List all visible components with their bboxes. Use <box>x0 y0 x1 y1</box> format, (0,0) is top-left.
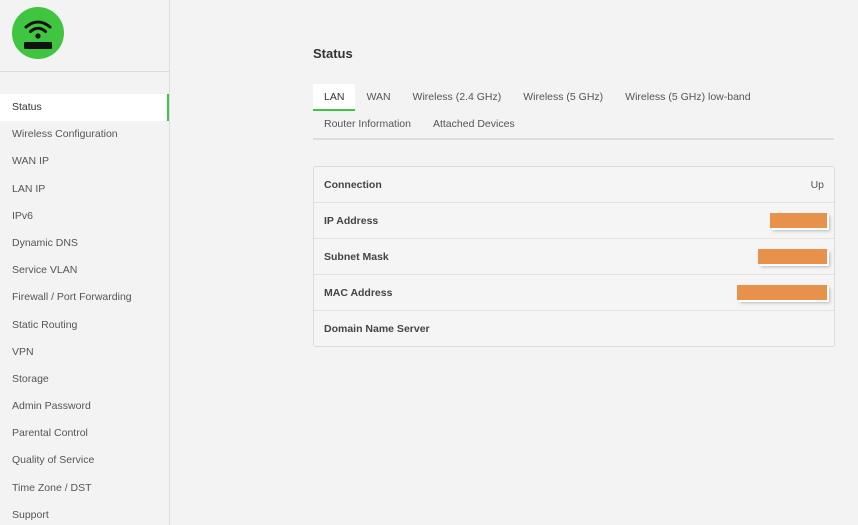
tab-row-2: Router Information Attached Devices <box>313 111 834 138</box>
row-label: Connection <box>324 178 382 191</box>
table-row-subnet-mask: Subnet Mask <box>314 239 834 275</box>
sidebar-item-static-routing[interactable]: Static Routing <box>0 312 169 339</box>
sidebar: Status Wireless Configuration WAN IP LAN… <box>0 0 170 525</box>
sidebar-item-status[interactable]: Status <box>0 94 169 122</box>
row-value: Up <box>810 178 824 191</box>
row-label: Domain Name Server <box>324 322 430 335</box>
tab-lan[interactable]: LAN <box>313 84 356 111</box>
tab-row-1: LAN WAN Wireless (2.4 GHz) Wireless (5 G… <box>313 84 834 111</box>
sidebar-item-lan-ip[interactable]: LAN IP <box>0 176 169 203</box>
redacted-value <box>758 249 827 264</box>
table-row-mac-address: MAC Address <box>314 275 834 311</box>
sidebar-item-ipv6[interactable]: IPv6 <box>0 203 169 230</box>
router-admin-app: Status Wireless Configuration WAN IP LAN… <box>0 0 858 525</box>
tab-wan[interactable]: WAN <box>355 84 401 111</box>
sidebar-item-parental-control[interactable]: Parental Control <box>0 420 169 447</box>
sidebar-item-firewall-port-forwarding[interactable]: Firewall / Port Forwarding <box>0 284 169 311</box>
tab-wireless-2-4ghz[interactable]: Wireless (2.4 GHz) <box>402 84 513 111</box>
tab-wireless-5ghz[interactable]: Wireless (5 GHz) <box>512 84 614 111</box>
status-tabs: LAN WAN Wireless (2.4 GHz) Wireless (5 G… <box>313 84 834 140</box>
redacted-value <box>770 213 827 228</box>
page-title: Status <box>313 46 353 61</box>
row-label: IP Address <box>324 214 379 227</box>
logo-divider <box>0 71 169 72</box>
sidebar-nav: Status Wireless Configuration WAN IP LAN… <box>0 94 169 525</box>
tab-attached-devices[interactable]: Attached Devices <box>422 111 526 138</box>
row-label: MAC Address <box>324 286 393 299</box>
sidebar-item-service-vlan[interactable]: Service VLAN <box>0 257 169 284</box>
tab-wireless-5ghz-low-band[interactable]: Wireless (5 GHz) low-band <box>614 84 761 111</box>
sidebar-item-wireless-configuration[interactable]: Wireless Configuration <box>0 121 169 148</box>
redacted-value <box>737 285 827 300</box>
table-row-ip-address: IP Address <box>314 203 834 239</box>
tab-router-information[interactable]: Router Information <box>313 111 422 138</box>
sidebar-item-quality-of-service[interactable]: Quality of Service <box>0 447 169 474</box>
router-wifi-icon[interactable] <box>12 7 64 59</box>
row-label: Subnet Mask <box>324 250 389 263</box>
sidebar-item-dynamic-dns[interactable]: Dynamic DNS <box>0 230 169 257</box>
main-content: Status LAN WAN Wireless (2.4 GHz) Wirele… <box>170 0 858 525</box>
sidebar-item-time-zone-dst[interactable]: Time Zone / DST <box>0 475 169 502</box>
sidebar-item-storage[interactable]: Storage <box>0 366 169 393</box>
lan-status-table: Connection Up IP Address Subnet Mask MAC… <box>313 166 835 347</box>
table-row-domain-name-server: Domain Name Server <box>314 311 834 346</box>
table-row-connection: Connection Up <box>314 167 834 203</box>
sidebar-item-support[interactable]: Support <box>0 502 169 525</box>
sidebar-item-admin-password[interactable]: Admin Password <box>0 393 169 420</box>
sidebar-item-vpn[interactable]: VPN <box>0 339 169 366</box>
sidebar-item-wan-ip[interactable]: WAN IP <box>0 148 169 175</box>
